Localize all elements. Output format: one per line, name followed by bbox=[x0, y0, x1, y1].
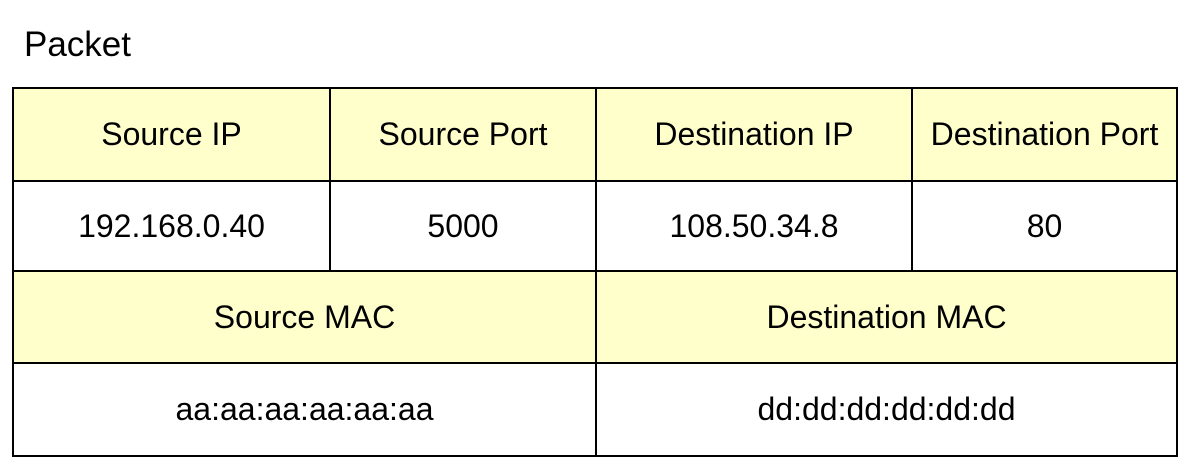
value-source-mac: aa:aa:aa:aa:aa:aa bbox=[12, 362, 597, 457]
header-source-ip: Source IP bbox=[12, 87, 331, 182]
value-destination-mac: dd:dd:dd:dd:dd:dd bbox=[595, 362, 1178, 457]
header-source-mac: Source MAC bbox=[12, 270, 597, 364]
header-destination-port: Destination Port bbox=[911, 87, 1178, 182]
value-destination-ip: 108.50.34.8 bbox=[595, 180, 913, 272]
header-destination-ip: Destination IP bbox=[595, 87, 913, 182]
packet-title: Packet bbox=[24, 25, 131, 64]
header-source-port: Source Port bbox=[329, 87, 597, 182]
header-destination-mac: Destination MAC bbox=[595, 270, 1178, 364]
value-source-port: 5000 bbox=[329, 180, 597, 272]
value-source-ip: 192.168.0.40 bbox=[12, 180, 331, 272]
value-destination-port: 80 bbox=[911, 180, 1178, 272]
